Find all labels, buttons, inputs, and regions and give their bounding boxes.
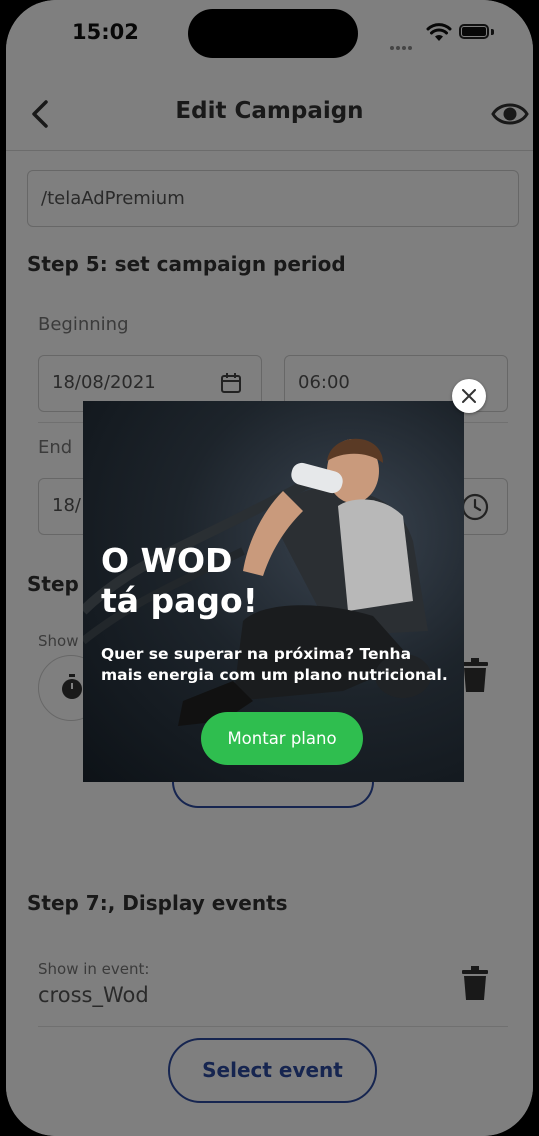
- phone-frame: 15:02 Edit Campaign /telaAdPremium Step …: [0, 0, 539, 1136]
- close-modal-button[interactable]: [452, 379, 486, 413]
- montar-plano-button[interactable]: Montar plano: [201, 712, 363, 765]
- modal-title: O WOD tá pago!: [101, 541, 258, 620]
- promo-modal: O WOD tá pago! Quer se superar na próxim…: [83, 401, 464, 782]
- modal-subtitle: Quer se superar na próxima? Tenha mais e…: [101, 645, 448, 684]
- close-icon: [462, 389, 476, 403]
- app-screen: 15:02 Edit Campaign /telaAdPremium Step …: [6, 0, 533, 1136]
